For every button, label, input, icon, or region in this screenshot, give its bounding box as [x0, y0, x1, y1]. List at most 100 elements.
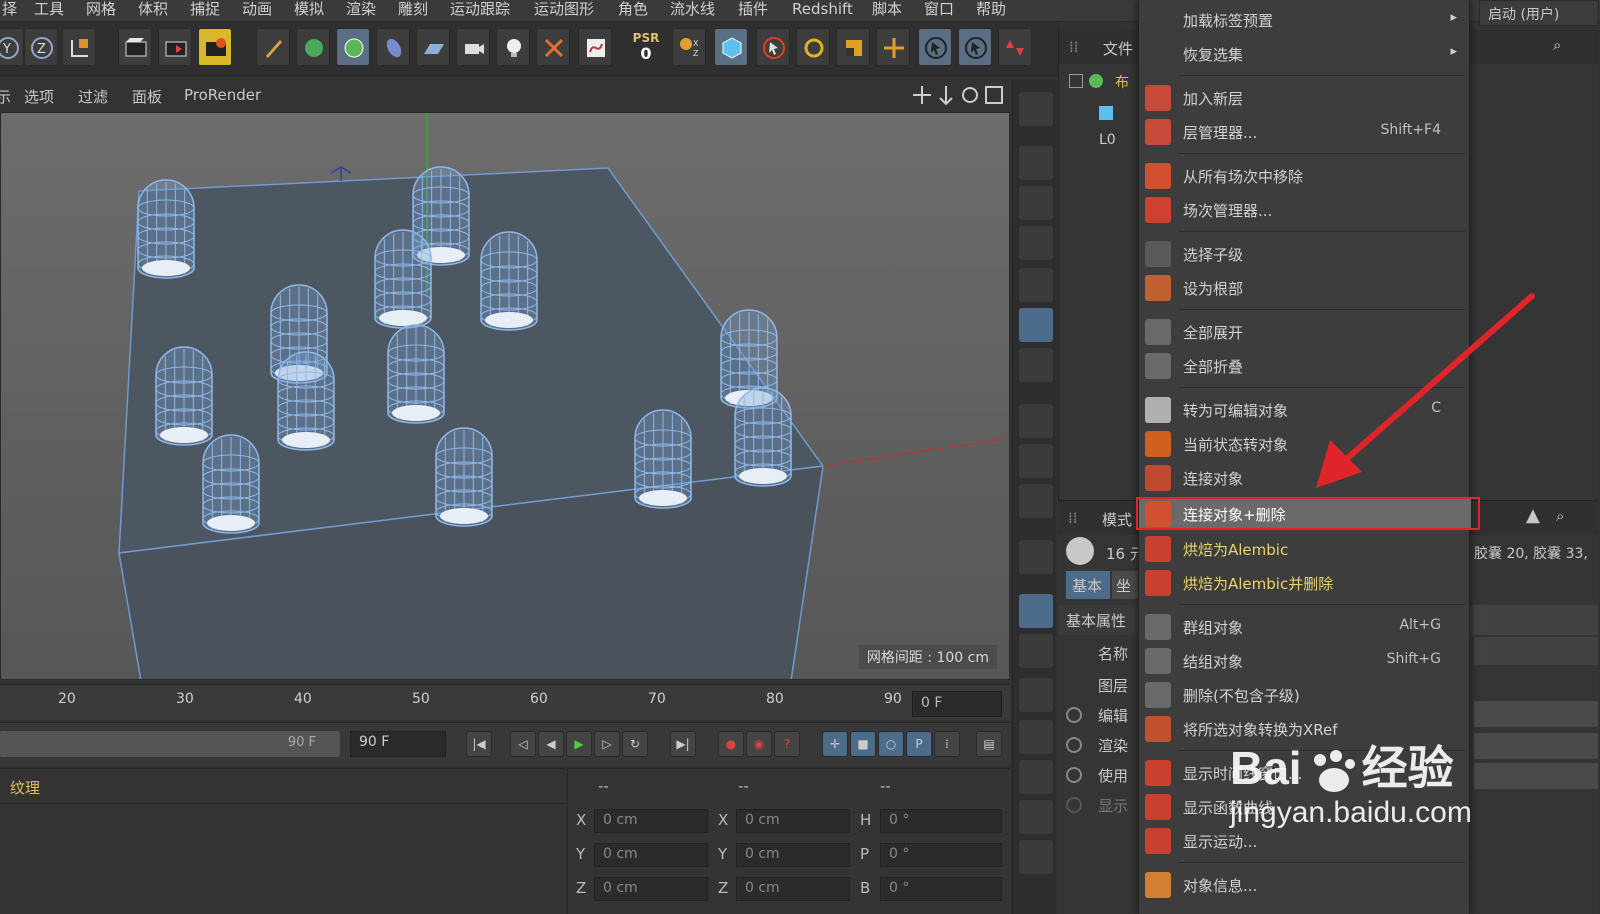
radio-use[interactable] — [1066, 767, 1082, 783]
menu-item-help[interactable]: 帮助 — [976, 0, 1006, 20]
live-selection-button[interactable] — [756, 28, 790, 66]
pos-y-field[interactable]: 0 cm — [594, 843, 708, 867]
key-pla-button[interactable]: ⁞ — [934, 731, 960, 757]
layout-dropdown[interactable]: 启动 (用户) — [1479, 0, 1599, 26]
timeline-scheme-button[interactable]: ▤ — [976, 731, 1002, 757]
workplane-icon[interactable] — [1019, 634, 1053, 668]
attr-field[interactable] — [1474, 763, 1598, 789]
render-view-button[interactable] — [118, 28, 152, 66]
capsule-wireframe[interactable] — [480, 231, 538, 331]
capsule-wireframe[interactable] — [202, 434, 260, 534]
radio-edit[interactable] — [1066, 707, 1082, 723]
rot-h-field[interactable]: 0 ° — [880, 809, 1002, 833]
viewport-menu-filter[interactable]: 过滤 — [78, 86, 108, 107]
key-rotation-button[interactable]: ○ — [878, 731, 904, 757]
z-axis-lock-button[interactable]: Z — [24, 28, 58, 66]
capsule-wireframe[interactable] — [734, 387, 792, 487]
end-frame-field[interactable]: 90 F — [350, 731, 446, 757]
viewport-menu-prorender[interactable]: ProRender — [184, 86, 261, 104]
menu-item-mograph[interactable]: 运动图形 — [534, 0, 594, 20]
menu-item-load-tag-preset[interactable]: 加载标签预置 ▸ — [1139, 3, 1471, 37]
menu-item-take-manager[interactable]: 场次管理器... — [1139, 193, 1471, 227]
viewport-menu-options[interactable]: 选项 — [24, 86, 54, 107]
keyset-button[interactable]: ? — [774, 731, 800, 757]
cube-primitive-button[interactable] — [296, 28, 330, 66]
3d-viewport[interactable]: 网格间距 : 100 cm — [0, 112, 1010, 680]
viewport-nav-icons[interactable] — [912, 84, 1006, 106]
viewport-menu-display[interactable]: 示 — [0, 86, 11, 107]
tab-basic[interactable]: 基本 — [1066, 571, 1110, 599]
capsule-wireframe[interactable] — [634, 409, 692, 509]
joint-icon[interactable] — [1019, 760, 1053, 794]
rot-p-field[interactable]: 0 ° — [880, 843, 1002, 867]
menu-item-delete-without-children[interactable]: 删除(不包含子级) — [1139, 678, 1471, 712]
menu-item-bake-alembic[interactable]: 烘焙为Alembic — [1139, 532, 1471, 566]
attr-field[interactable] — [1474, 733, 1598, 759]
menu-item-window[interactable]: 窗口 — [924, 0, 954, 20]
size-x-field[interactable]: 0 cm — [736, 809, 850, 833]
menu-item-tools[interactable]: 工具 — [34, 0, 64, 20]
tab-coord[interactable]: 坐 — [1112, 571, 1140, 599]
radio-render[interactable] — [1066, 737, 1082, 753]
prev-key-button[interactable]: ◁ — [510, 731, 536, 757]
pen-tool-button[interactable] — [256, 28, 290, 66]
capsule-wireframe[interactable] — [387, 324, 445, 424]
generator-button[interactable] — [336, 28, 370, 66]
object-name-label[interactable]: 布 — [1115, 72, 1129, 92]
menu-item-volume[interactable]: 体积 — [138, 0, 168, 20]
timeline-ruler[interactable]: 20 30 40 50 60 70 80 90 0 F — [0, 684, 1010, 720]
grid-lock-icon[interactable] — [1019, 594, 1053, 628]
menu-item-select[interactable]: 择 — [2, 0, 17, 20]
menu-item-redshift[interactable]: Redshift — [792, 0, 853, 20]
menu-item-group-objects[interactable]: 群组对象 Alt+G — [1139, 610, 1471, 644]
menu-item-script[interactable]: 脚本 — [872, 0, 902, 20]
menu-item-sculpt[interactable]: 雕刻 — [398, 0, 428, 20]
key-param-button[interactable]: P — [906, 731, 932, 757]
capsule-wireframe[interactable] — [435, 427, 493, 527]
cube-icon[interactable] — [1019, 146, 1053, 180]
viewport-menu-panel[interactable]: 面板 — [132, 86, 162, 107]
render-settings-button[interactable] — [198, 28, 232, 66]
loop-button[interactable]: ↻ — [622, 731, 648, 757]
light-button[interactable] — [496, 28, 530, 66]
capsule-wireframe[interactable] — [137, 179, 195, 279]
y-axis-lock-button[interactable]: Y — [0, 28, 24, 66]
floor-button[interactable] — [416, 28, 450, 66]
attr-field[interactable] — [1474, 605, 1598, 635]
play-button[interactable]: ▶ — [566, 731, 592, 757]
object-name-label[interactable]: L0 — [1099, 132, 1116, 148]
camera-button[interactable] — [456, 28, 490, 66]
axis-xyz-button[interactable]: XZ — [672, 28, 706, 66]
menu-item-restore-selection[interactable]: 恢复选集 ▸ — [1139, 37, 1471, 71]
current-frame-field[interactable]: 0 F — [912, 691, 1002, 717]
tree-toggle-icon[interactable] — [1069, 74, 1083, 88]
record-button[interactable]: ● — [718, 731, 744, 757]
goto-end-button[interactable]: ▶| — [670, 731, 696, 757]
no-entry-icon[interactable] — [1019, 840, 1053, 874]
goto-start-button[interactable]: |◀ — [466, 731, 492, 757]
menu-item-bake-alembic-delete[interactable]: 烘焙为Alembic并删除 — [1139, 566, 1471, 600]
object-menu-file[interactable]: 文件 — [1103, 38, 1133, 59]
rotate-tool-button[interactable] — [796, 28, 830, 66]
menu-item-layer-manager[interactable]: 层管理器... Shift+F4 — [1139, 115, 1471, 149]
pos-x-field[interactable]: 0 cm — [594, 809, 708, 833]
render-picture-viewer-button[interactable] — [158, 28, 192, 66]
magnet-icon[interactable] — [1019, 540, 1053, 574]
globe-icon[interactable] — [1019, 92, 1053, 126]
size-z-field[interactable]: 0 cm — [736, 877, 850, 901]
menu-item-mesh[interactable]: 网格 — [86, 0, 116, 20]
radio-display[interactable] — [1066, 797, 1082, 813]
menu-item-pipeline[interactable]: 流水线 — [670, 0, 715, 20]
capsule-wireframe[interactable] — [374, 229, 432, 329]
menu-item-character[interactable]: 角色 — [618, 0, 648, 20]
size-y-field[interactable]: 0 cm — [736, 843, 850, 867]
checker-cube-icon[interactable] — [1019, 186, 1053, 220]
menu-item-render[interactable]: 渲染 — [346, 0, 376, 20]
menu-item-motion-tracking[interactable]: 运动跟踪 — [450, 0, 510, 20]
polygon-pen-button[interactable] — [998, 28, 1032, 66]
spline-button[interactable] — [578, 28, 612, 66]
axis-icon[interactable] — [1019, 404, 1053, 438]
select-tool-button[interactable] — [918, 28, 952, 66]
pos-z-field[interactable]: 0 cm — [594, 877, 708, 901]
tweak-icon[interactable] — [1019, 444, 1053, 478]
